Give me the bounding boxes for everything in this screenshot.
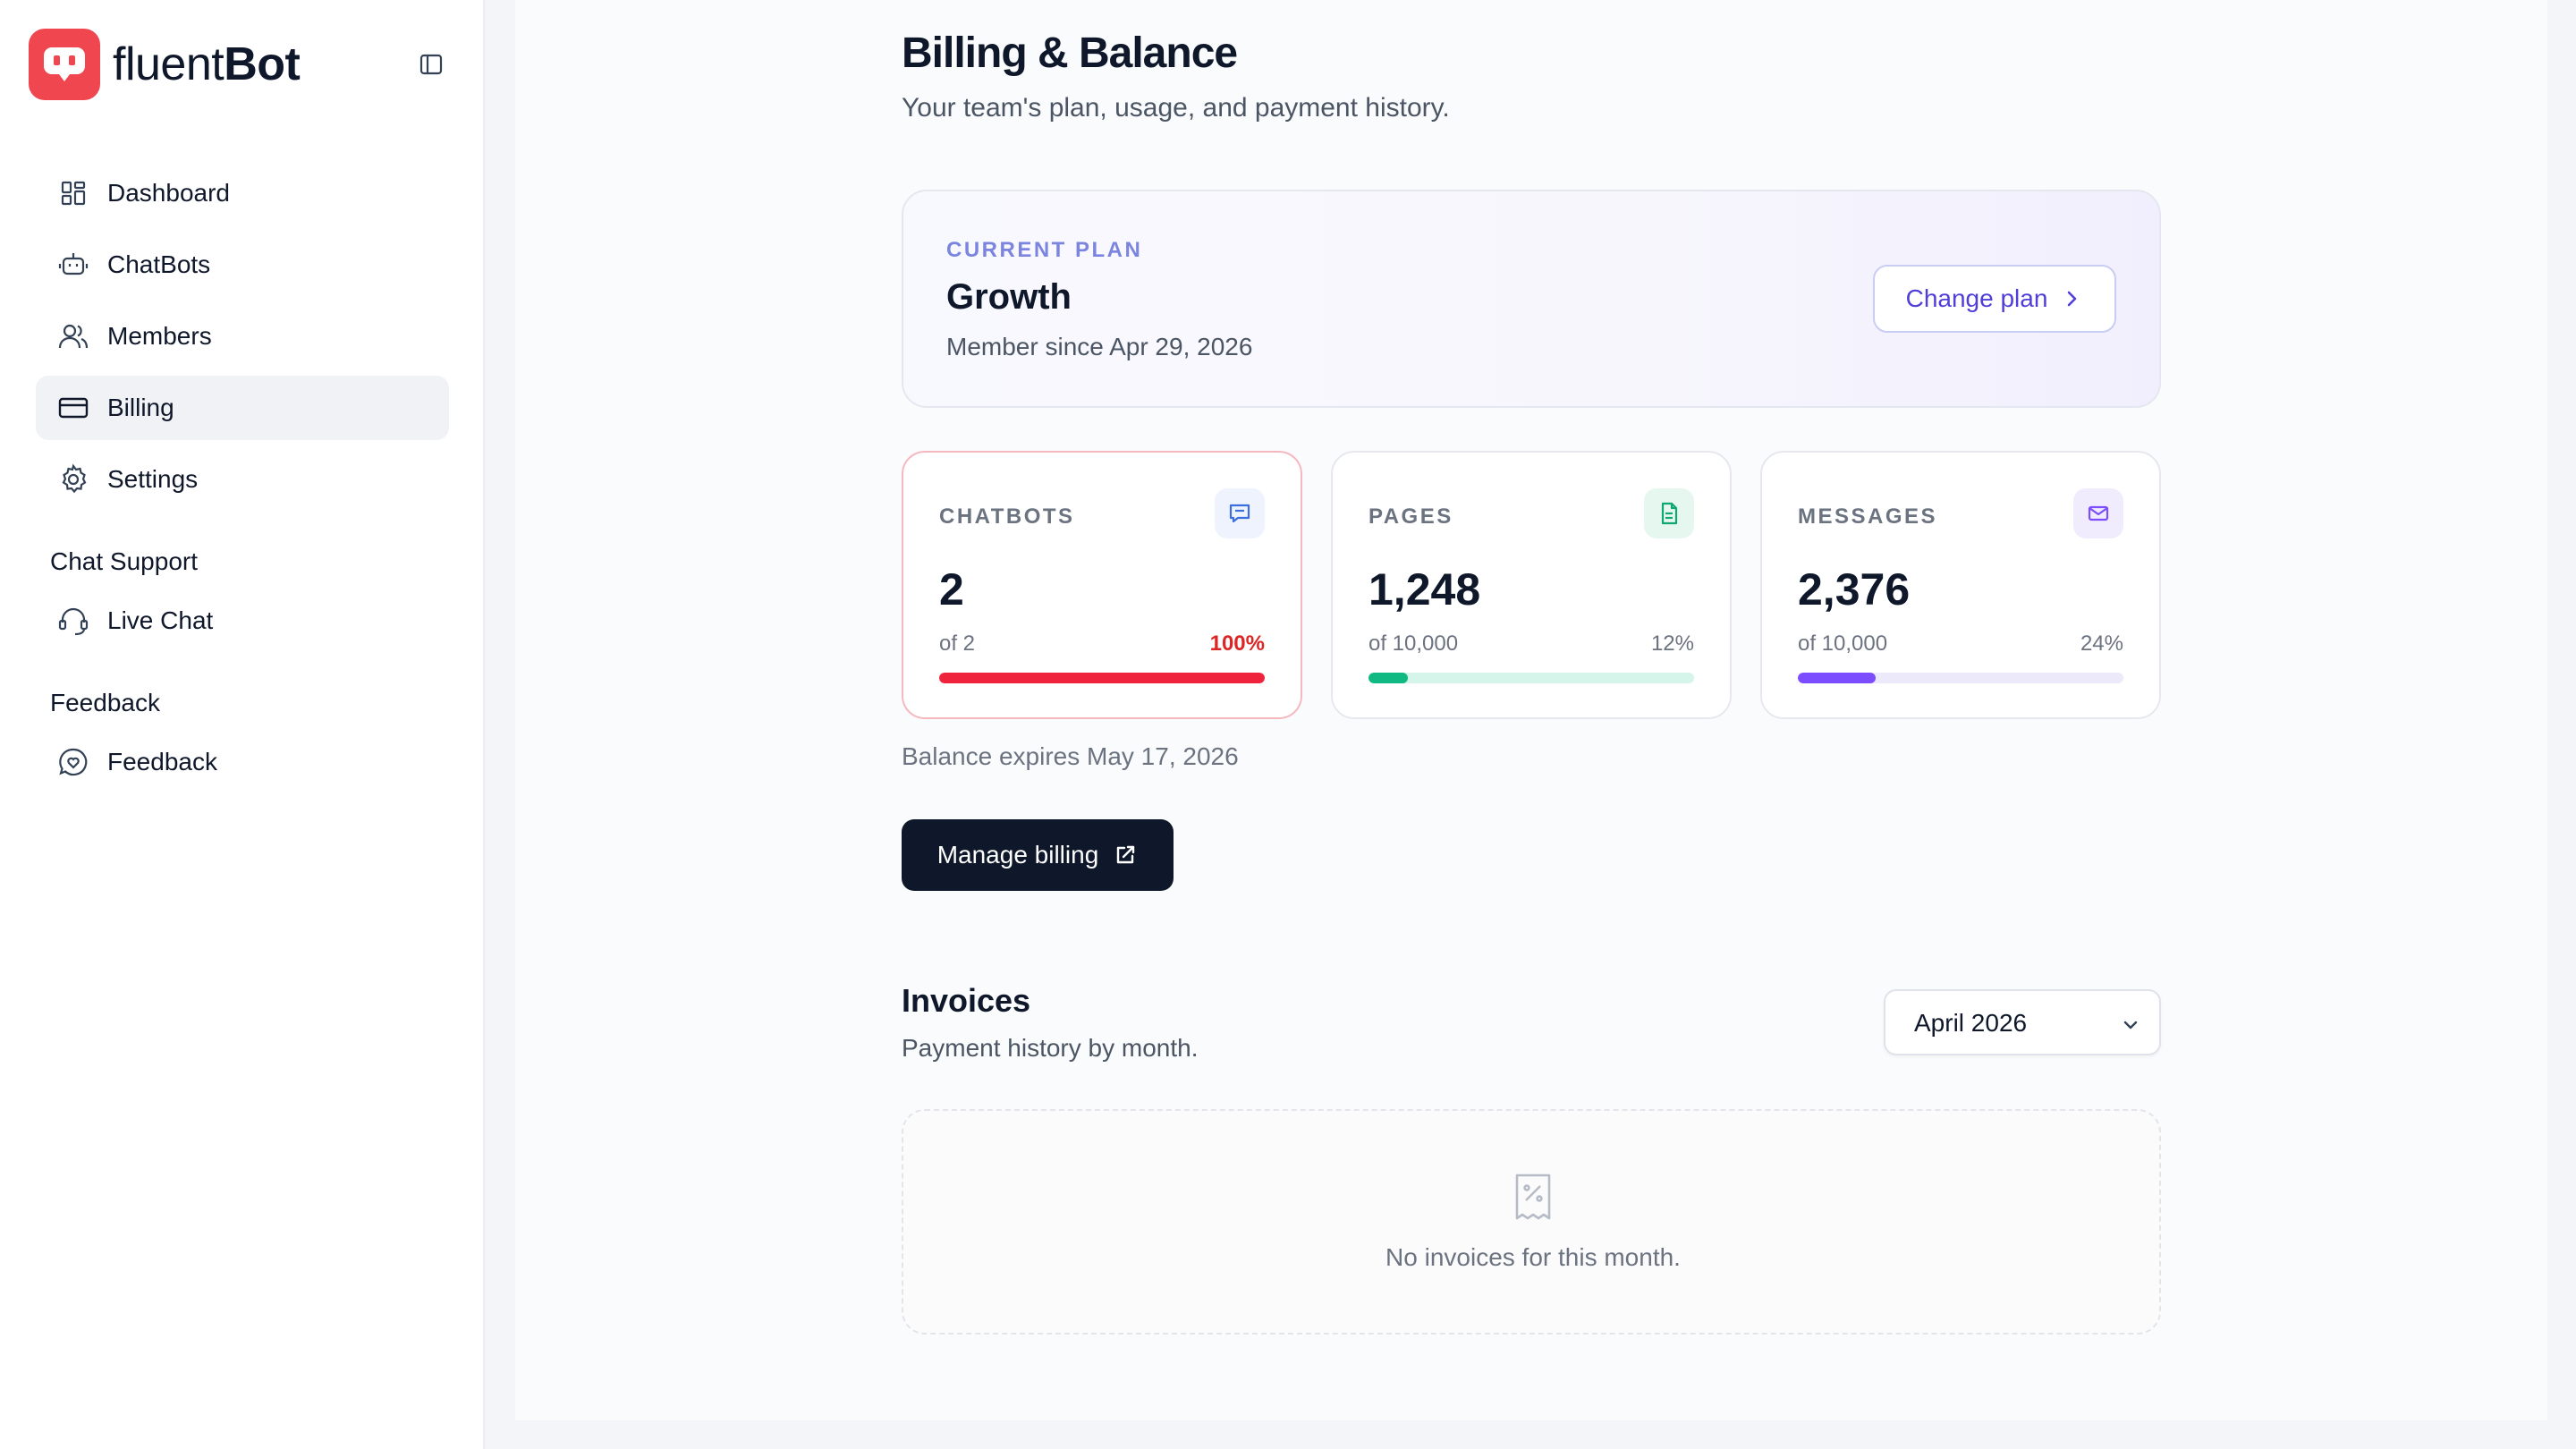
- sidebar-item-label: Feedback: [107, 748, 217, 775]
- plan-member-since: Member since Apr 29, 2026: [946, 333, 1253, 360]
- sidebar-nav: Dashboard ChatBots Members Billing Setti…: [36, 161, 449, 801]
- usage-progress-track: [1368, 673, 1694, 683]
- plan-eyebrow: CURRENT PLAN: [946, 238, 1143, 262]
- change-plan-button[interactable]: Change plan: [1873, 265, 2116, 333]
- invoices-title: Invoices: [902, 982, 1031, 1019]
- usage-card-messages: MESSAGES 2,376 of 10,000 24%: [1760, 451, 2161, 719]
- usage-value: 2,376: [1798, 564, 1911, 614]
- brand[interactable]: fluentBot: [29, 29, 301, 100]
- month-select[interactable]: April 2026: [1884, 989, 2161, 1055]
- current-plan-card: CURRENT PLAN Growth Member since Apr 29,…: [902, 190, 2161, 408]
- manage-billing-label: Manage billing: [936, 841, 1099, 869]
- sidebar-item-label: Members: [107, 322, 212, 350]
- robot-icon: [58, 253, 89, 275]
- chevron-down-icon: [2123, 1021, 2138, 1030]
- headset-icon: [58, 607, 89, 636]
- plan-name: Growth: [946, 277, 1072, 317]
- app: fluentBot Dashboard ChatBots Members Bil…: [0, 0, 2576, 1449]
- usage-value: 1,248: [1368, 564, 1481, 614]
- sidebar-item-label: Settings: [107, 465, 199, 493]
- sidebar-item-billing[interactable]: Billing: [36, 376, 449, 440]
- usage-progress-fill: [1368, 673, 1408, 683]
- section-title-feedback: Feedback: [50, 689, 160, 716]
- chevron-right-icon: [2068, 291, 2077, 307]
- usage-percent: 12%: [1650, 631, 1694, 656]
- sidebar-item-members[interactable]: Members: [36, 304, 449, 369]
- receipt-icon: [1515, 1174, 1551, 1220]
- gear-icon: [62, 463, 87, 494]
- credit-card-icon: [58, 397, 89, 419]
- page-title: Billing & Balance: [902, 30, 1238, 77]
- usage-progress-track: [1798, 673, 2123, 683]
- dashboard-icon: [61, 181, 86, 206]
- logo-icon: [29, 29, 100, 100]
- brand-name-bold: Bot: [224, 38, 301, 90]
- manage-billing-button[interactable]: Manage billing: [902, 819, 1174, 891]
- external-link-icon: [1117, 845, 1135, 864]
- usage-percent: 24%: [2080, 631, 2123, 656]
- users-icon: [58, 324, 89, 349]
- usage-limit: of 10,000: [1798, 631, 1888, 656]
- document-icon: [1644, 488, 1694, 538]
- sidebar-item-feedback[interactable]: Feedback: [36, 730, 449, 794]
- usage-progress-fill: [1798, 673, 1877, 683]
- mail-icon: [2073, 488, 2123, 538]
- page-subtitle: Your team's plan, usage, and payment his…: [902, 93, 1450, 123]
- section-title-chat-support: Chat Support: [50, 547, 198, 575]
- sidebar-item-settings[interactable]: Settings: [36, 447, 449, 512]
- usage-progress-track: [939, 673, 1265, 683]
- sidebar-item-chatbots[interactable]: ChatBots: [36, 233, 449, 297]
- sidebar-item-dashboard[interactable]: Dashboard: [36, 161, 449, 225]
- change-plan-label: Change plan: [1905, 284, 2048, 312]
- usage-limit: of 10,000: [1368, 631, 1459, 656]
- month-select-value: April 2026: [1914, 1009, 2028, 1037]
- sidebar-toggle-icon[interactable]: [417, 50, 445, 79]
- usage-card-pages: PAGES 1,248 of 10,000 12%: [1331, 451, 1732, 719]
- sidebar-item-label: Dashboard: [107, 179, 230, 207]
- usage-label: MESSAGES: [1798, 504, 1938, 529]
- main-content: Billing & Balance Your team's plan, usag…: [515, 0, 2547, 1420]
- usage-progress-fill: [939, 673, 1265, 683]
- invoices-empty-state: No invoices for this month.: [902, 1109, 2161, 1335]
- chat-icon: [1215, 488, 1265, 538]
- balance-expires: Balance expires May 17, 2026: [902, 742, 1239, 770]
- sidebar-item-label: ChatBots: [107, 250, 211, 278]
- usage-card-chatbots: CHATBOTS 2 of 2 100%: [902, 451, 1302, 719]
- brand-name: fluentBot: [113, 29, 301, 100]
- brand-name-light: fluent: [113, 38, 225, 90]
- usage-limit: of 2: [939, 631, 976, 656]
- sidebar-item-label: Billing: [107, 394, 174, 421]
- usage-cards: CHATBOTS 2 of 2 100% PAGES 1,248 of 10,0…: [902, 451, 2161, 719]
- sidebar-item-label: Live Chat: [107, 606, 214, 634]
- invoices-subtitle: Payment history by month.: [902, 1034, 1199, 1062]
- usage-label: CHATBOTS: [939, 504, 1075, 529]
- usage-value: 2: [939, 564, 964, 614]
- sidebar-item-live-chat[interactable]: Live Chat: [36, 589, 449, 653]
- message-heart-icon: [59, 748, 88, 776]
- usage-percent: 100%: [1209, 631, 1265, 656]
- sidebar: fluentBot Dashboard ChatBots Members Bil…: [0, 0, 485, 1449]
- usage-label: PAGES: [1368, 504, 1453, 529]
- empty-state-text: No invoices for this month.: [1385, 1243, 1681, 1271]
